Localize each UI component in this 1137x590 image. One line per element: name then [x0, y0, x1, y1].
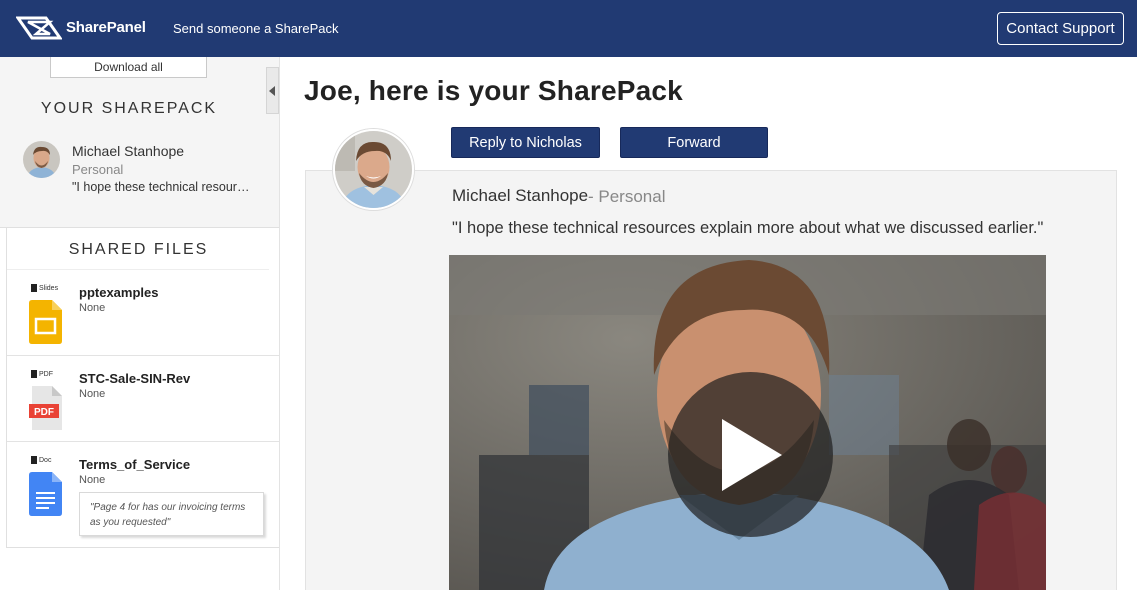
sender-type: Personal: [72, 162, 124, 177]
sender-name: Michael Stanhope: [72, 143, 185, 159]
reply-button[interactable]: Reply to Nicholas: [451, 127, 600, 158]
pdf-icon: PDF: [29, 386, 62, 430]
svg-text:PDF: PDF: [34, 407, 54, 418]
file-item-stc-sale-sin-rev[interactable]: PDF PDF STC-Sale-SIN-Rev None: [7, 356, 279, 442]
play-button[interactable]: [668, 372, 833, 537]
shared-files-list: SHARED FILES Slides pptexamples None PDF…: [6, 228, 279, 548]
file-subtitle: None: [79, 474, 106, 486]
doc-icon: [29, 472, 62, 516]
file-type-badge: Doc: [31, 456, 51, 464]
slides-icon: [29, 300, 62, 344]
play-icon: [721, 418, 782, 491]
contact-support-button[interactable]: Contact Support: [997, 12, 1124, 45]
sender-avatar-large: [333, 129, 414, 210]
file-note: "Page 4 for has our invoicing terms as y…: [79, 492, 264, 536]
sender-message-preview: "I hope these technical resources explai…: [72, 180, 252, 194]
sidebar: Download all YOUR SHAREPACK Michael Stan…: [0, 57, 280, 590]
page-title: Joe, here is your SharePack: [304, 75, 683, 106]
send-sharepack-link[interactable]: Send someone a SharePack: [173, 21, 339, 36]
brand-name[interactable]: SharePanel: [66, 19, 146, 36]
sharepack-panel: Download all YOUR SHAREPACK Michael Stan…: [0, 57, 279, 228]
shared-files-title: SHARED FILES: [68, 241, 209, 258]
card-sender-name: Michael Stanhope: [452, 186, 589, 205]
file-type-badge: Slides: [31, 284, 58, 292]
sender-avatar: [23, 141, 60, 178]
collapse-sidebar-toggle[interactable]: [266, 67, 279, 114]
download-all-button[interactable]: Download all: [50, 57, 207, 78]
file-item-terms-of-service[interactable]: Doc Terms_of_Service None "Page 4 for ha…: [7, 442, 279, 548]
card-sender-type: - Personal: [588, 187, 666, 206]
file-type-badge: PDF: [31, 370, 53, 378]
chevron-left-icon: [269, 85, 275, 96]
card-message: "I hope these technical resources explai…: [452, 219, 1044, 237]
file-item-pptexamples[interactable]: Slides pptexamples None: [7, 270, 279, 356]
file-name[interactable]: Terms_of_Service: [79, 457, 190, 472]
file-name[interactable]: STC-Sale-SIN-Rev: [79, 371, 190, 386]
forward-button[interactable]: Forward: [620, 127, 768, 158]
sharepanel-logo-icon[interactable]: [16, 12, 62, 44]
file-subtitle: None: [79, 388, 106, 400]
sharepack-title: YOUR SHAREPACK: [40, 100, 218, 117]
file-name[interactable]: pptexamples: [79, 285, 158, 300]
top-header: SharePanel Send someone a SharePack Cont…: [0, 0, 1137, 57]
file-subtitle: None: [79, 302, 106, 314]
